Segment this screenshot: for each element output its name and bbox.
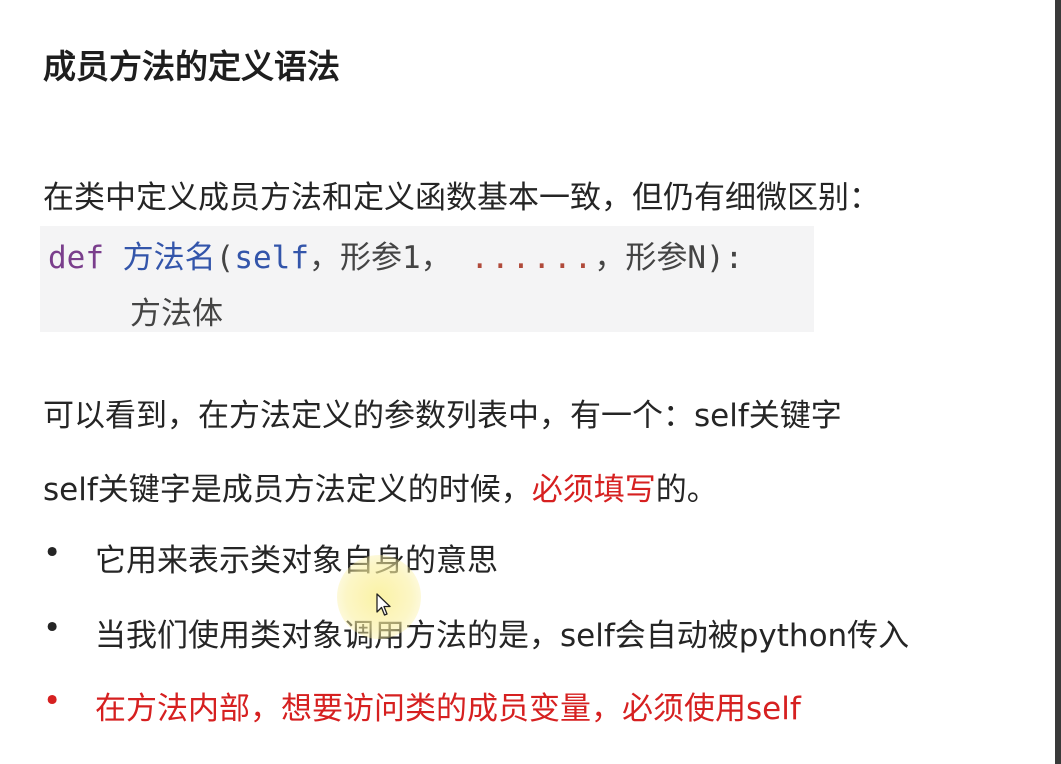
code-signature-line: def 方法名(self，形参1， ......，形参N): [48,232,743,277]
list-item-text: 当我们使用类对象调用方法的是，self会自动被python传入 [95,618,910,654]
code-method-name: 方法名 [122,240,216,276]
code-body-line: 方法体 [130,296,223,332]
code-separator: ， [420,240,452,276]
code-separator: ， [309,240,340,276]
code-keyword-def: def [48,240,104,276]
self-required-paragraph: self关键字是成员方法定义的时候，必须填写的。 [43,464,718,509]
self-required-emphasis: 必须填写 [531,472,656,508]
page-title: 成员方法的定义语法 [43,47,340,86]
self-required-text-after: 的。 [655,472,718,508]
mouse-pointer-icon [376,593,391,616]
window-edge [1055,0,1061,764]
list-item-text: 它用来表示类对象自身的意思 [95,543,498,579]
bullet-marker: • [43,535,62,571]
intro-paragraph: 在类中定义成员方法和定义函数基本一致，但仍有细微区别： [43,180,880,216]
code-open-paren: ( [215,240,235,276]
self-required-text-before: self关键字是成员方法定义的时候， [43,472,532,508]
code-ellipsis: ...... [470,240,595,276]
code-self-param: self [234,240,309,276]
code-param-n: 形参N [625,240,706,276]
self-keyword-paragraph: 可以看到，在方法定义的参数列表中，有一个：self关键字 [43,398,842,434]
list-item-text: 在方法内部，想要访问类的成员变量，必须使用self [95,691,801,727]
code-close-paren: ): [706,240,744,276]
bullet-marker: • [43,683,62,719]
bullet-marker: • [43,610,62,646]
code-separator: ， [594,240,626,276]
code-block: def 方法名(self，形参1， ......，形参N): 方法体 [40,226,814,332]
code-param-1: 形参1 [340,240,421,276]
